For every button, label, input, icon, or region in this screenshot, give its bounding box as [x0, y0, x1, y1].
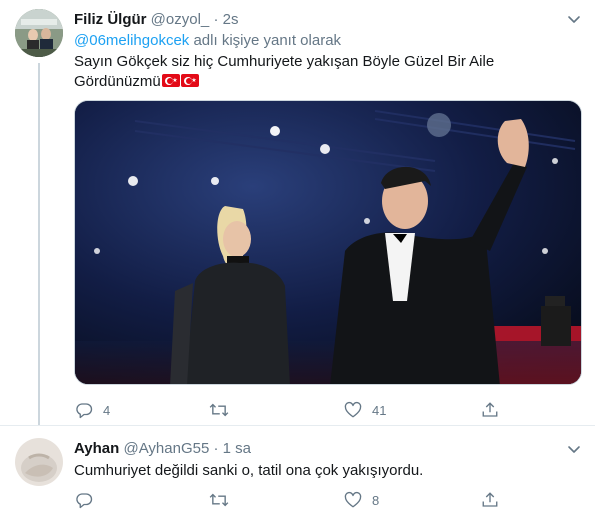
tweet-text: Cumhuriyet değildi sanki o, tatil ona ço… — [74, 462, 424, 479]
avatar-photo — [15, 9, 63, 57]
heart-icon — [344, 401, 362, 418]
timestamp[interactable]: 1 sa — [223, 440, 251, 457]
retweet-button[interactable] — [209, 401, 239, 419]
reply-icon — [76, 403, 93, 419]
share-icon — [482, 402, 498, 417]
turkish-flag-icon: ★ — [180, 74, 199, 87]
tweet[interactable]: Ayhan @AyhanG55 · 1 sa Cumhuriyet değild… — [0, 426, 595, 529]
separator-dot: · — [213, 11, 219, 28]
share-icon — [482, 492, 498, 507]
display-name[interactable]: Ayhan — [74, 440, 119, 457]
reply-count: 4 — [103, 402, 111, 418]
user-handle[interactable]: @AyhanG55 — [123, 440, 209, 457]
tweet-text-line: Sayın Gökçek siz hiç Cumhuriyete yakışan… — [74, 53, 495, 70]
avatar[interactable] — [15, 9, 63, 57]
retweet-button[interactable] — [209, 491, 239, 509]
tweet-text: Sayın Gökçek siz hiç Cumhuriyete yakışan… — [74, 52, 574, 92]
chevron-down-icon[interactable] — [566, 441, 582, 457]
like-count: 41 — [372, 402, 387, 418]
timestamp[interactable]: 2s — [223, 11, 239, 28]
tweet-text-word: Gördünüzmü — [74, 73, 161, 90]
tweet-text-line: Gördünüzmü ★ ★ — [74, 72, 574, 92]
turkish-flag-icon: ★ — [161, 74, 180, 87]
thread-line — [38, 63, 40, 425]
tweet-header: Ayhan @AyhanG55 · 1 sa — [74, 439, 251, 459]
share-button[interactable] — [481, 491, 499, 509]
avatar[interactable] — [15, 438, 63, 486]
like-button[interactable]: 8 — [344, 491, 379, 509]
avatar-photo — [15, 438, 63, 486]
reply-button[interactable]: 4 — [75, 401, 110, 419]
like-button[interactable]: 41 — [344, 401, 386, 419]
retweet-icon — [209, 403, 229, 417]
like-count: 8 — [372, 492, 380, 508]
reply-context-label: adlı kişiye yanıt olarak — [189, 32, 342, 49]
tweet-header: Filiz Ülgür @ozyol_ · 2s — [74, 10, 238, 30]
tweet-photo[interactable] — [74, 100, 582, 385]
chevron-down-icon[interactable] — [566, 11, 582, 27]
display-name[interactable]: Filiz Ülgür — [74, 11, 147, 28]
reply-context: @06melihgokcek adlı kişiye yanıt olarak — [74, 31, 341, 51]
stage-photo — [75, 101, 581, 384]
reply-icon — [76, 493, 93, 509]
retweet-icon — [209, 493, 229, 507]
mention-link[interactable]: @06melihgokcek — [74, 32, 189, 49]
separator-dot: · — [213, 440, 219, 457]
tweet[interactable]: Filiz Ülgür @ozyol_ · 2s @06melihgokcek … — [0, 0, 595, 425]
reply-button[interactable] — [75, 491, 103, 509]
share-button[interactable] — [481, 401, 499, 419]
user-handle[interactable]: @ozyol_ — [151, 11, 210, 28]
heart-icon — [344, 491, 362, 508]
